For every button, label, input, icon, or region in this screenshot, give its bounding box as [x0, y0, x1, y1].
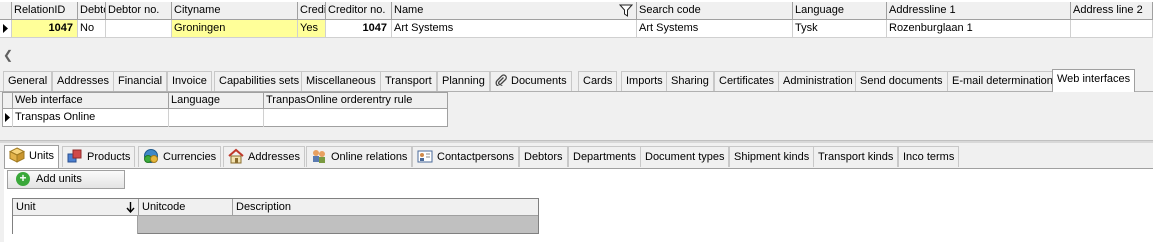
col-language[interactable]: Language — [793, 2, 887, 20]
tab-planning[interactable]: Planning — [437, 71, 490, 91]
tab-contactpersons-label: Contactpersons — [437, 151, 515, 163]
col-orderentry-rule[interactable]: TranpasOnline orderentry rule — [264, 93, 447, 109]
cell-wi-language[interactable] — [169, 109, 264, 127]
panel-splitter[interactable] — [0, 140, 1153, 143]
paperclip-icon — [495, 74, 507, 86]
tab-products[interactable]: Products — [62, 146, 136, 167]
tab-inco-terms[interactable]: Inco terms — [898, 146, 960, 167]
units-grid: Unit Unitcode Description — [12, 198, 539, 234]
col-debtor-no[interactable]: Debtor no. — [106, 2, 172, 20]
add-icon: + — [16, 172, 30, 186]
filter-icon[interactable] — [619, 4, 633, 17]
col-web-interface[interactable]: Web interface — [13, 93, 169, 109]
wi-row-indicator — [3, 109, 13, 127]
tab-online-relations-label: Online relations — [331, 151, 408, 163]
cell-name[interactable]: Art Systems — [392, 20, 637, 38]
row-indicator-header — [0, 2, 12, 20]
cell-search-code[interactable]: Art Systems — [637, 20, 793, 38]
add-units-button[interactable]: + Add units — [7, 170, 125, 189]
tab-send-documents[interactable]: Send documents — [855, 71, 948, 91]
col-creditor[interactable]: Creditor — [298, 2, 326, 20]
horizontal-scrollbar[interactable]: ❮ — [0, 47, 1153, 64]
tab-email-determination[interactable]: E-mail determination — [947, 71, 1058, 91]
cell-web-interface[interactable]: Transpas Online — [13, 109, 169, 127]
tab-cards[interactable]: Cards — [578, 71, 618, 91]
tab-imports[interactable]: Imports — [621, 71, 668, 91]
cell-orderentry-rule[interactable] — [264, 109, 447, 127]
cell-relationid[interactable]: 1047 — [12, 20, 78, 38]
house-icon — [228, 148, 244, 164]
tab-shipment-kinds[interactable]: Shipment kinds — [729, 146, 815, 167]
tab-products-label: Products — [87, 151, 131, 163]
col-addressline1[interactable]: Addressline 1 — [887, 2, 1071, 20]
tab-contactpersons[interactable]: Contactpersons — [412, 146, 520, 167]
col-description[interactable]: Description — [233, 199, 538, 216]
add-units-label: Add units — [36, 173, 82, 185]
cell-addressline1[interactable]: Rozenburglaan 1 — [887, 20, 1071, 38]
tab-miscellaneous[interactable]: Miscellaneous — [301, 71, 381, 91]
tab-transport[interactable]: Transport — [380, 71, 437, 91]
col-name[interactable]: Name — [392, 2, 637, 20]
box-icon — [9, 147, 25, 163]
tab-sharing[interactable]: Sharing — [666, 71, 714, 91]
relations-grid: RelationID Debtor Debtor no. Cityname Cr… — [0, 0, 1153, 38]
tab-certificates[interactable]: Certificates — [714, 71, 780, 91]
col-relationid[interactable]: RelationID — [12, 2, 78, 20]
tab-units[interactable]: Units — [4, 145, 60, 168]
contact-card-icon — [417, 150, 433, 163]
cell-creditor[interactable]: Yes — [298, 20, 326, 38]
col-name-label: Name — [394, 4, 424, 16]
col-search-code[interactable]: Search code — [637, 2, 793, 20]
tab-units-label: Units — [29, 150, 55, 162]
col-debtor[interactable]: Debtor — [78, 2, 106, 20]
col-creditor-no[interactable]: Creditor no. — [326, 2, 392, 20]
tab-currencies-label: Currencies — [163, 151, 217, 163]
row-indicator — [0, 20, 12, 38]
wi-indicator-header — [3, 93, 13, 109]
cell-language[interactable]: Tysk — [793, 20, 887, 38]
sub-tab-bar: Units Products Currencies Addresses Onli… — [4, 145, 1153, 168]
tab-invoice[interactable]: Invoice — [167, 71, 212, 91]
tab-capabilities-sets[interactable]: Capabilities sets — [214, 71, 305, 91]
cell-cityname[interactable]: Groningen — [172, 20, 298, 38]
cell-creditor-no[interactable]: 1047 — [326, 20, 392, 38]
col-unit[interactable]: Unit — [13, 199, 139, 216]
tab-departments[interactable]: Departments — [568, 146, 641, 167]
main-tab-bar: General Addresses Financial Invoice Capa… — [0, 69, 1153, 92]
col-cityname[interactable]: Cityname — [172, 2, 298, 20]
tab-debtors[interactable]: Debtors — [519, 146, 568, 167]
sort-arrow-icon[interactable] — [126, 201, 135, 213]
cell-debtor[interactable]: No — [78, 20, 106, 38]
tab-transport-kinds[interactable]: Transport kinds — [813, 146, 899, 167]
tab-documents[interactable]: Documents — [490, 71, 572, 91]
current-row-arrow-icon — [3, 24, 8, 33]
tab-addresses-sub[interactable]: Addresses — [223, 146, 305, 167]
tab-administration[interactable]: Administration — [778, 71, 858, 91]
tab-financial[interactable]: Financial — [113, 71, 168, 91]
online-relations-icon — [313, 150, 325, 163]
col-unit-label: Unit — [16, 201, 36, 213]
tab-documents-label: Documents — [511, 75, 567, 87]
col-wi-language[interactable]: Language — [169, 93, 264, 109]
tab-addresses-sub-label: Addresses — [248, 151, 300, 163]
cell-debtor-no[interactable] — [106, 20, 172, 38]
cell-addressline2[interactable] — [1071, 20, 1153, 38]
web-interfaces-grid: Web interface Language TranpasOnline ord… — [2, 92, 448, 127]
current-row-arrow-icon — [5, 113, 10, 122]
scroll-left-icon[interactable]: ❮ — [3, 48, 13, 62]
products-icon — [67, 149, 82, 163]
currencies-icon — [144, 149, 158, 163]
tab-web-interfaces[interactable]: Web interfaces — [1052, 69, 1136, 92]
tab-document-types[interactable]: Document types — [640, 146, 730, 167]
tab-online-relations[interactable]: Online relations — [306, 146, 413, 167]
tab-general[interactable]: General — [3, 71, 53, 91]
tab-currencies[interactable]: Currencies — [138, 146, 222, 167]
col-addressline2[interactable]: Address line 2 — [1071, 2, 1153, 20]
col-unitcode[interactable]: Unitcode — [139, 199, 233, 216]
new-row-cell[interactable] — [13, 216, 138, 234]
tab-addresses[interactable]: Addresses — [52, 71, 114, 91]
